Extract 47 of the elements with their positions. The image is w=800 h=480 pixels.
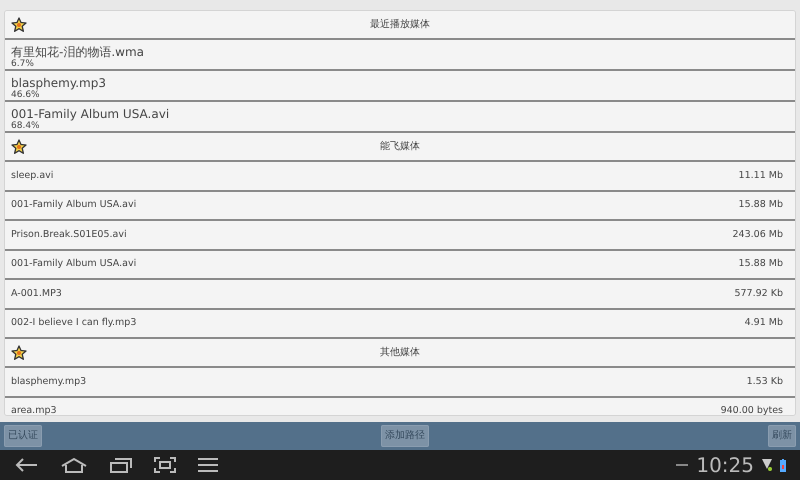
media-list-item[interactable]: blasphemy.mp3 46.6% (5, 71, 795, 102)
battery-icon (780, 458, 786, 472)
media-list-item[interactable]: 001-Family Album USA.avi 15.88 Mb (5, 250, 795, 280)
file-size: 1.53 Kb (746, 374, 783, 389)
menu-icon[interactable] (198, 458, 218, 472)
file-name: area.mp3 (11, 404, 57, 415)
back-icon[interactable] (14, 457, 38, 473)
home-icon[interactable] (60, 457, 88, 473)
file-size: 577.92 Kb (734, 286, 783, 301)
section-title: 最近播放媒体 (369, 18, 431, 32)
minus-icon (676, 464, 688, 466)
star-icon (11, 138, 27, 154)
file-size: 243.06 Mb (732, 228, 783, 242)
media-list-item[interactable]: Prison.Break.S01E05.avi 243.06 Mb (5, 221, 795, 250)
section-title: 能飞媒体 (379, 140, 421, 154)
file-name: 002-I believe I can fly.mp3 (11, 316, 136, 330)
file-size: 15.88 Mb (738, 257, 783, 272)
wifi-icon (762, 459, 772, 471)
file-size: 15.88 Mb (738, 198, 783, 212)
media-list-item[interactable]: 001-Family Album USA.avi 68.4% (5, 102, 795, 133)
file-name: 001-Family Album USA.avi (11, 198, 136, 212)
screenshot-icon[interactable] (154, 457, 176, 473)
file-name: sleep.avi (11, 168, 54, 183)
media-list-item[interactable]: blasphemy.mp3 1.53 Kb (5, 368, 795, 398)
progress-percent: 46.6% (11, 90, 41, 100)
file-name: 001-Family Album USA.avi (11, 257, 136, 272)
media-name: 有里知花-泪的物语.wma (11, 45, 144, 59)
file-size: 4.91 Mb (744, 316, 783, 330)
progress-percent: 6.7% (11, 60, 35, 70)
section-title: 其他媒体 (379, 346, 421, 360)
media-list-item[interactable]: sleep.avi 11.11 Mb (5, 162, 795, 192)
star-icon (11, 16, 27, 32)
media-list-item[interactable]: 002-I believe I can fly.mp3 4.91 Mb (5, 310, 795, 339)
clock: 10:25 (696, 452, 754, 479)
media-list-item[interactable]: A-001.MP3 577.92 Kb (5, 280, 795, 310)
file-name: Prison.Break.S01E05.avi (11, 228, 127, 242)
media-list-item[interactable]: 001-Family Album USA.avi 15.88 Mb (5, 192, 795, 221)
file-name: blasphemy.mp3 (11, 374, 86, 389)
media-list-item[interactable]: 有里知花-泪的物语.wma 6.7% (5, 40, 795, 71)
media-name: 001-Family Album USA.avi (11, 107, 170, 121)
media-name: blasphemy.mp3 (11, 76, 106, 90)
star-icon (11, 344, 27, 360)
recent-apps-icon[interactable] (110, 457, 132, 473)
progress-percent: 68.4% (11, 122, 41, 132)
file-name: A-001.MP3 (11, 286, 62, 301)
file-size: 11.11 Mb (738, 168, 783, 183)
file-size: 940.00 bytes (720, 404, 783, 415)
